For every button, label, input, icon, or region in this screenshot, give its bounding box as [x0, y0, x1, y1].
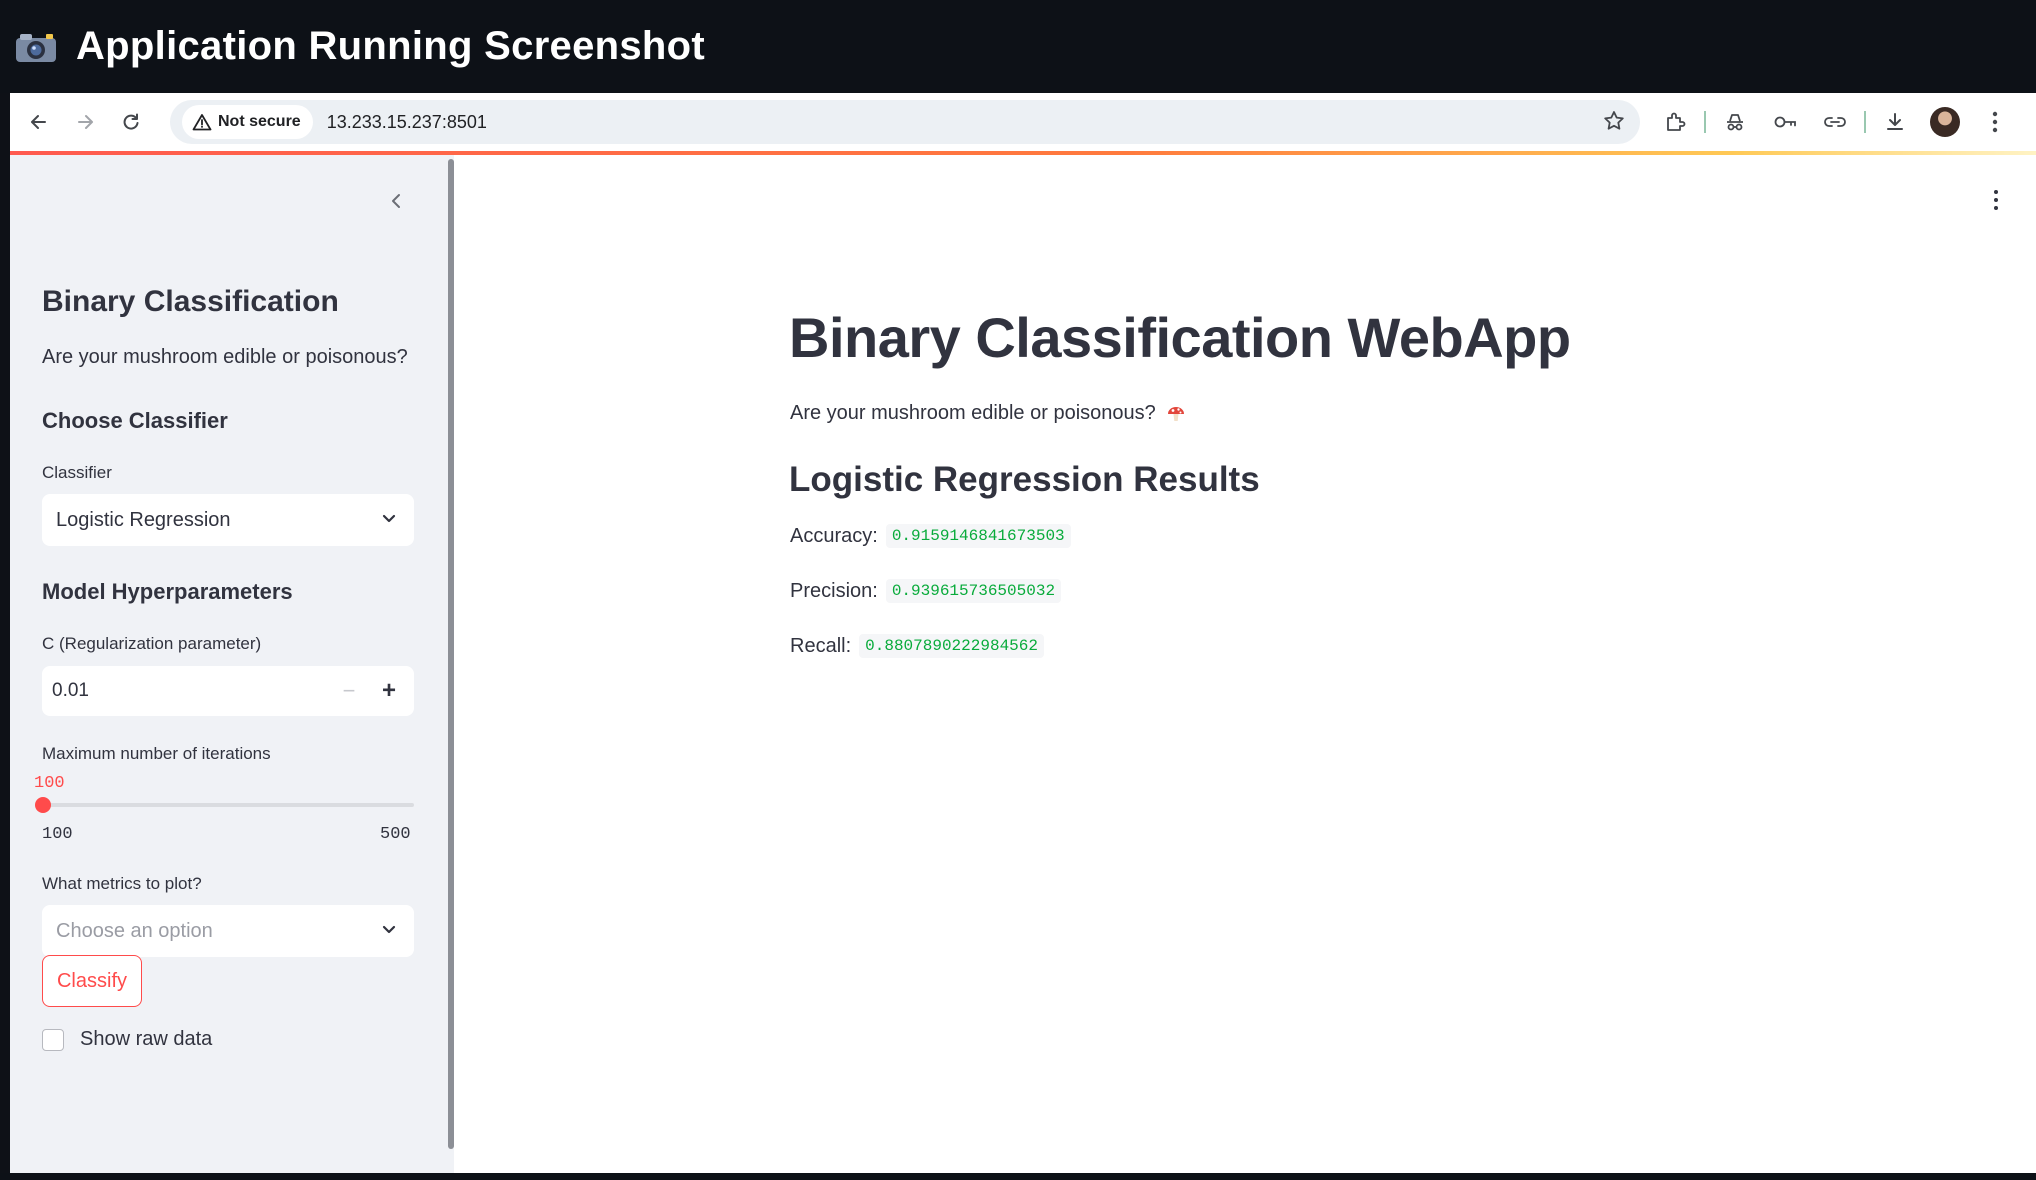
recall-row: Recall: 0.8807890222984562	[790, 634, 1044, 658]
increment-button[interactable]: +	[376, 677, 402, 704]
toolbar-divider	[1864, 111, 1866, 133]
chevron-down-icon	[382, 514, 396, 523]
kebab-dot	[1994, 190, 1998, 194]
kebab-dot	[1994, 206, 1998, 210]
max-iterations-slider-thumb[interactable]	[35, 797, 51, 813]
c-parameter-label: C (Regularization parameter)	[42, 634, 262, 653]
accuracy-row: Accuracy: 0.9159146841673503	[790, 524, 1071, 548]
sidebar: Binary Classification Are your mushroom …	[10, 155, 454, 1173]
classifier-value: Logistic Regression	[56, 508, 231, 531]
hyperparameters-heading: Model Hyperparameters	[42, 579, 293, 604]
browser-toolbar: Not secure 13.233.15.237:8501	[10, 93, 2036, 151]
show-raw-data-checkbox[interactable]	[42, 1028, 64, 1051]
banner-title: Application Running Screenshot	[76, 24, 706, 68]
show-raw-data-row[interactable]: Show raw data	[42, 1028, 212, 1051]
url-text[interactable]: 13.233.15.237:8501	[327, 112, 487, 133]
metrics-placeholder: Choose an option	[56, 919, 213, 942]
c-parameter-input[interactable]: 0.01 − +	[42, 666, 414, 716]
choose-classifier-heading: Choose Classifier	[42, 408, 228, 433]
sidebar-title: Binary Classification	[42, 285, 339, 318]
chevron-left-icon	[392, 194, 400, 208]
classifier-label: Classifier	[42, 463, 112, 482]
classify-button[interactable]: Classify	[42, 955, 142, 1007]
security-label: Not secure	[218, 113, 301, 130]
arrow-left-icon	[31, 115, 46, 129]
toolbar-icons	[1650, 93, 2020, 151]
frame-border	[0, 1173, 2036, 1180]
classifier-select[interactable]: Logistic Regression	[42, 494, 414, 546]
password-key-icon[interactable]	[1760, 99, 1810, 145]
page-subtitle: Are your mushroom edible or poisonous?	[790, 402, 1186, 425]
collapse-sidebar-button[interactable]	[380, 185, 412, 217]
avatar	[1930, 107, 1960, 137]
show-raw-data-label[interactable]: Show raw data	[80, 1028, 212, 1051]
metric-value: 0.8807890222984562	[859, 634, 1044, 658]
metric-label: Recall:	[790, 634, 852, 657]
bookmark-star-icon[interactable]	[1602, 109, 1626, 138]
arrow-right-icon	[78, 115, 93, 129]
back-button[interactable]	[16, 99, 62, 145]
reload-button[interactable]	[108, 99, 154, 145]
browser-menu-icon[interactable]	[1970, 99, 2020, 145]
metric-label: Accuracy:	[790, 524, 878, 547]
decrement-button[interactable]: −	[336, 678, 362, 704]
metric-label: Precision:	[790, 579, 878, 602]
reload-icon	[123, 113, 139, 130]
results-heading: Logistic Regression Results	[789, 460, 1260, 499]
link-icon[interactable]	[1810, 99, 1860, 145]
download-icon[interactable]	[1870, 99, 1920, 145]
metric-value: 0.939615736505032	[885, 579, 1062, 603]
extensions-icon[interactable]	[1650, 99, 1700, 145]
metrics-label: What metrics to plot?	[42, 874, 202, 893]
c-parameter-value[interactable]: 0.01	[52, 680, 89, 702]
security-chip[interactable]: Not secure	[182, 105, 313, 139]
chevron-down-icon	[382, 925, 396, 934]
app-menu-button[interactable]	[1984, 185, 2008, 215]
slider-min-label: 100	[42, 825, 73, 844]
address-bar[interactable]: Not secure 13.233.15.237:8501	[170, 100, 1640, 144]
main-content: Binary Classification WebApp Are your mu…	[454, 155, 2036, 1173]
forward-button[interactable]	[62, 99, 108, 145]
mushroom-icon	[1167, 406, 1184, 421]
sidebar-subtitle: Are your mushroom edible or poisonous?	[42, 346, 408, 368]
slider-current-value: 100	[34, 774, 65, 793]
incognito-icon[interactable]	[1710, 99, 1760, 145]
max-iterations-slider-track[interactable]	[42, 803, 414, 807]
screenshot-banner: Application Running Screenshot	[0, 0, 2036, 93]
toolbar-divider	[1704, 111, 1706, 133]
kebab-dot	[1994, 198, 1998, 202]
profile-avatar[interactable]	[1920, 99, 1970, 145]
warning-icon	[192, 114, 212, 131]
precision-row: Precision: 0.939615736505032	[790, 579, 1062, 603]
slider-max-label: 500	[380, 825, 411, 844]
metrics-multiselect[interactable]: Choose an option	[42, 905, 414, 957]
page-title: Binary Classification WebApp	[789, 306, 1571, 369]
max-iterations-label: Maximum number of iterations	[42, 744, 271, 763]
browser-window: Not secure 13.233.15.237:8501 Binary Cla…	[10, 93, 2036, 1173]
page-subtitle-text: Are your mushroom edible or poisonous?	[790, 402, 1156, 424]
camera-icon	[14, 30, 58, 64]
metric-value: 0.9159146841673503	[885, 524, 1071, 548]
